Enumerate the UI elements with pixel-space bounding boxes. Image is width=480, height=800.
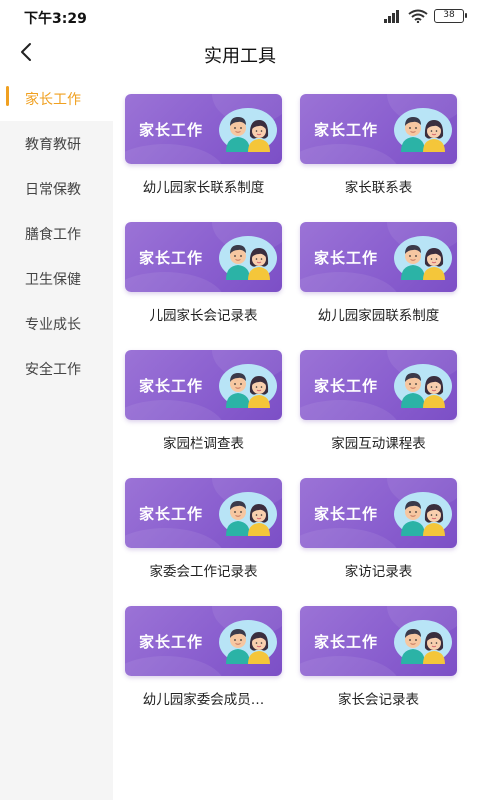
tool-banner: 家长工作 xyxy=(300,606,457,676)
tool-label: 家园互动课程表 xyxy=(331,436,426,452)
banner-title: 家长工作 xyxy=(139,633,204,651)
banner-title: 家长工作 xyxy=(139,121,204,139)
category-sidebar: 家长工作 教育教研 日常保教 膳食工作 卫生保健 专业成长 安全工作 xyxy=(0,76,113,800)
tool-card[interactable]: 家长工作 xyxy=(300,606,457,734)
tool-banner: 家长工作 xyxy=(300,222,457,292)
parents-illustration-icon xyxy=(393,104,453,152)
tool-banner: 家长工作 xyxy=(300,94,457,164)
sidebar-item-label: 教育教研 xyxy=(25,136,81,153)
sidebar-item-meal-work[interactable]: 膳食工作 xyxy=(0,211,113,256)
sidebar-item-professional-growth[interactable]: 专业成长 xyxy=(0,301,113,346)
tool-card[interactable]: 家长工作 xyxy=(300,350,457,478)
tool-banner: 家长工作 xyxy=(125,222,282,292)
sidebar-item-daily-care[interactable]: 日常保教 xyxy=(0,166,113,211)
tool-card[interactable]: 家长工作 xyxy=(125,94,282,222)
sidebar-item-label: 卫生保健 xyxy=(25,271,81,288)
tool-card[interactable]: 家长工作 xyxy=(125,222,282,350)
tool-card[interactable]: 家长工作 xyxy=(125,478,282,606)
tool-label: 儿园家长会记录表 xyxy=(149,308,258,324)
parents-illustration-icon xyxy=(218,488,278,536)
sidebar-item-label: 安全工作 xyxy=(25,361,81,378)
sidebar-item-label: 膳食工作 xyxy=(25,226,81,243)
sidebar-item-education-research[interactable]: 教育教研 xyxy=(0,121,113,166)
tools-content: 家长工作 幼儿园家长联系制度 家长工作 家长联系表 家长工作 儿园家长会记录表 … xyxy=(113,76,480,800)
parents-illustration-icon xyxy=(218,616,278,664)
tool-card[interactable]: 家长工作 xyxy=(300,94,457,222)
app-header: 实用工具 xyxy=(0,32,480,76)
sidebar-item-safety-work[interactable]: 安全工作 xyxy=(0,346,113,391)
tool-label: 家长会记录表 xyxy=(338,692,419,708)
sidebar-item-label: 家长工作 xyxy=(25,91,81,108)
tool-banner: 家长工作 xyxy=(125,350,282,420)
tool-label: 家访记录表 xyxy=(344,564,413,580)
tool-label: 幼儿园家长联系制度 xyxy=(142,180,265,196)
banner-title: 家长工作 xyxy=(314,633,379,651)
sidebar-item-label: 专业成长 xyxy=(25,316,81,333)
tool-banner: 家长工作 xyxy=(125,94,282,164)
tool-card[interactable]: 家长工作 xyxy=(125,350,282,478)
banner-title: 家长工作 xyxy=(314,249,379,267)
parents-illustration-icon xyxy=(218,232,278,280)
sidebar-item-health-care[interactable]: 卫生保健 xyxy=(0,256,113,301)
banner-title: 家长工作 xyxy=(314,505,379,523)
page-title: 实用工具 xyxy=(204,46,276,67)
parents-illustration-icon xyxy=(393,616,453,664)
tool-label: 幼儿园家委会成员… xyxy=(142,692,265,708)
tool-card[interactable]: 家长工作 xyxy=(300,222,457,350)
banner-title: 家长工作 xyxy=(139,377,204,395)
parents-illustration-icon xyxy=(218,360,278,408)
tool-label: 家委会工作记录表 xyxy=(149,564,258,580)
parents-illustration-icon xyxy=(393,232,453,280)
tool-label: 家长联系表 xyxy=(344,180,413,196)
sidebar-item-label: 日常保教 xyxy=(25,181,81,198)
tool-banner: 家长工作 xyxy=(125,478,282,548)
status-bar: 下午3:29 38 xyxy=(0,0,480,32)
wifi-icon xyxy=(408,9,428,23)
banner-title: 家长工作 xyxy=(139,249,204,267)
sidebar-item-parent-work[interactable]: 家长工作 xyxy=(0,76,113,121)
tool-label: 幼儿园家园联系制度 xyxy=(317,308,440,324)
banner-title: 家长工作 xyxy=(139,505,204,523)
parents-illustration-icon xyxy=(218,104,278,152)
tools-grid: 家长工作 幼儿园家长联系制度 家长工作 家长联系表 家长工作 儿园家长会记录表 … xyxy=(125,94,468,734)
parents-illustration-icon xyxy=(393,488,453,536)
status-time: 下午3:29 xyxy=(24,11,87,27)
battery-icon: 38 xyxy=(434,9,467,23)
tool-banner: 家长工作 xyxy=(125,606,282,676)
tool-banner: 家长工作 xyxy=(300,350,457,420)
tool-card[interactable]: 家长工作 xyxy=(300,478,457,606)
signal-icon xyxy=(384,9,402,23)
tool-banner: 家长工作 xyxy=(300,478,457,548)
status-icons: 38 xyxy=(384,8,467,24)
banner-title: 家长工作 xyxy=(314,121,379,139)
parents-illustration-icon xyxy=(393,360,453,408)
banner-title: 家长工作 xyxy=(314,377,379,395)
tool-card[interactable]: 家长工作 xyxy=(125,606,282,734)
tool-label: 家园栏调查表 xyxy=(163,436,244,452)
